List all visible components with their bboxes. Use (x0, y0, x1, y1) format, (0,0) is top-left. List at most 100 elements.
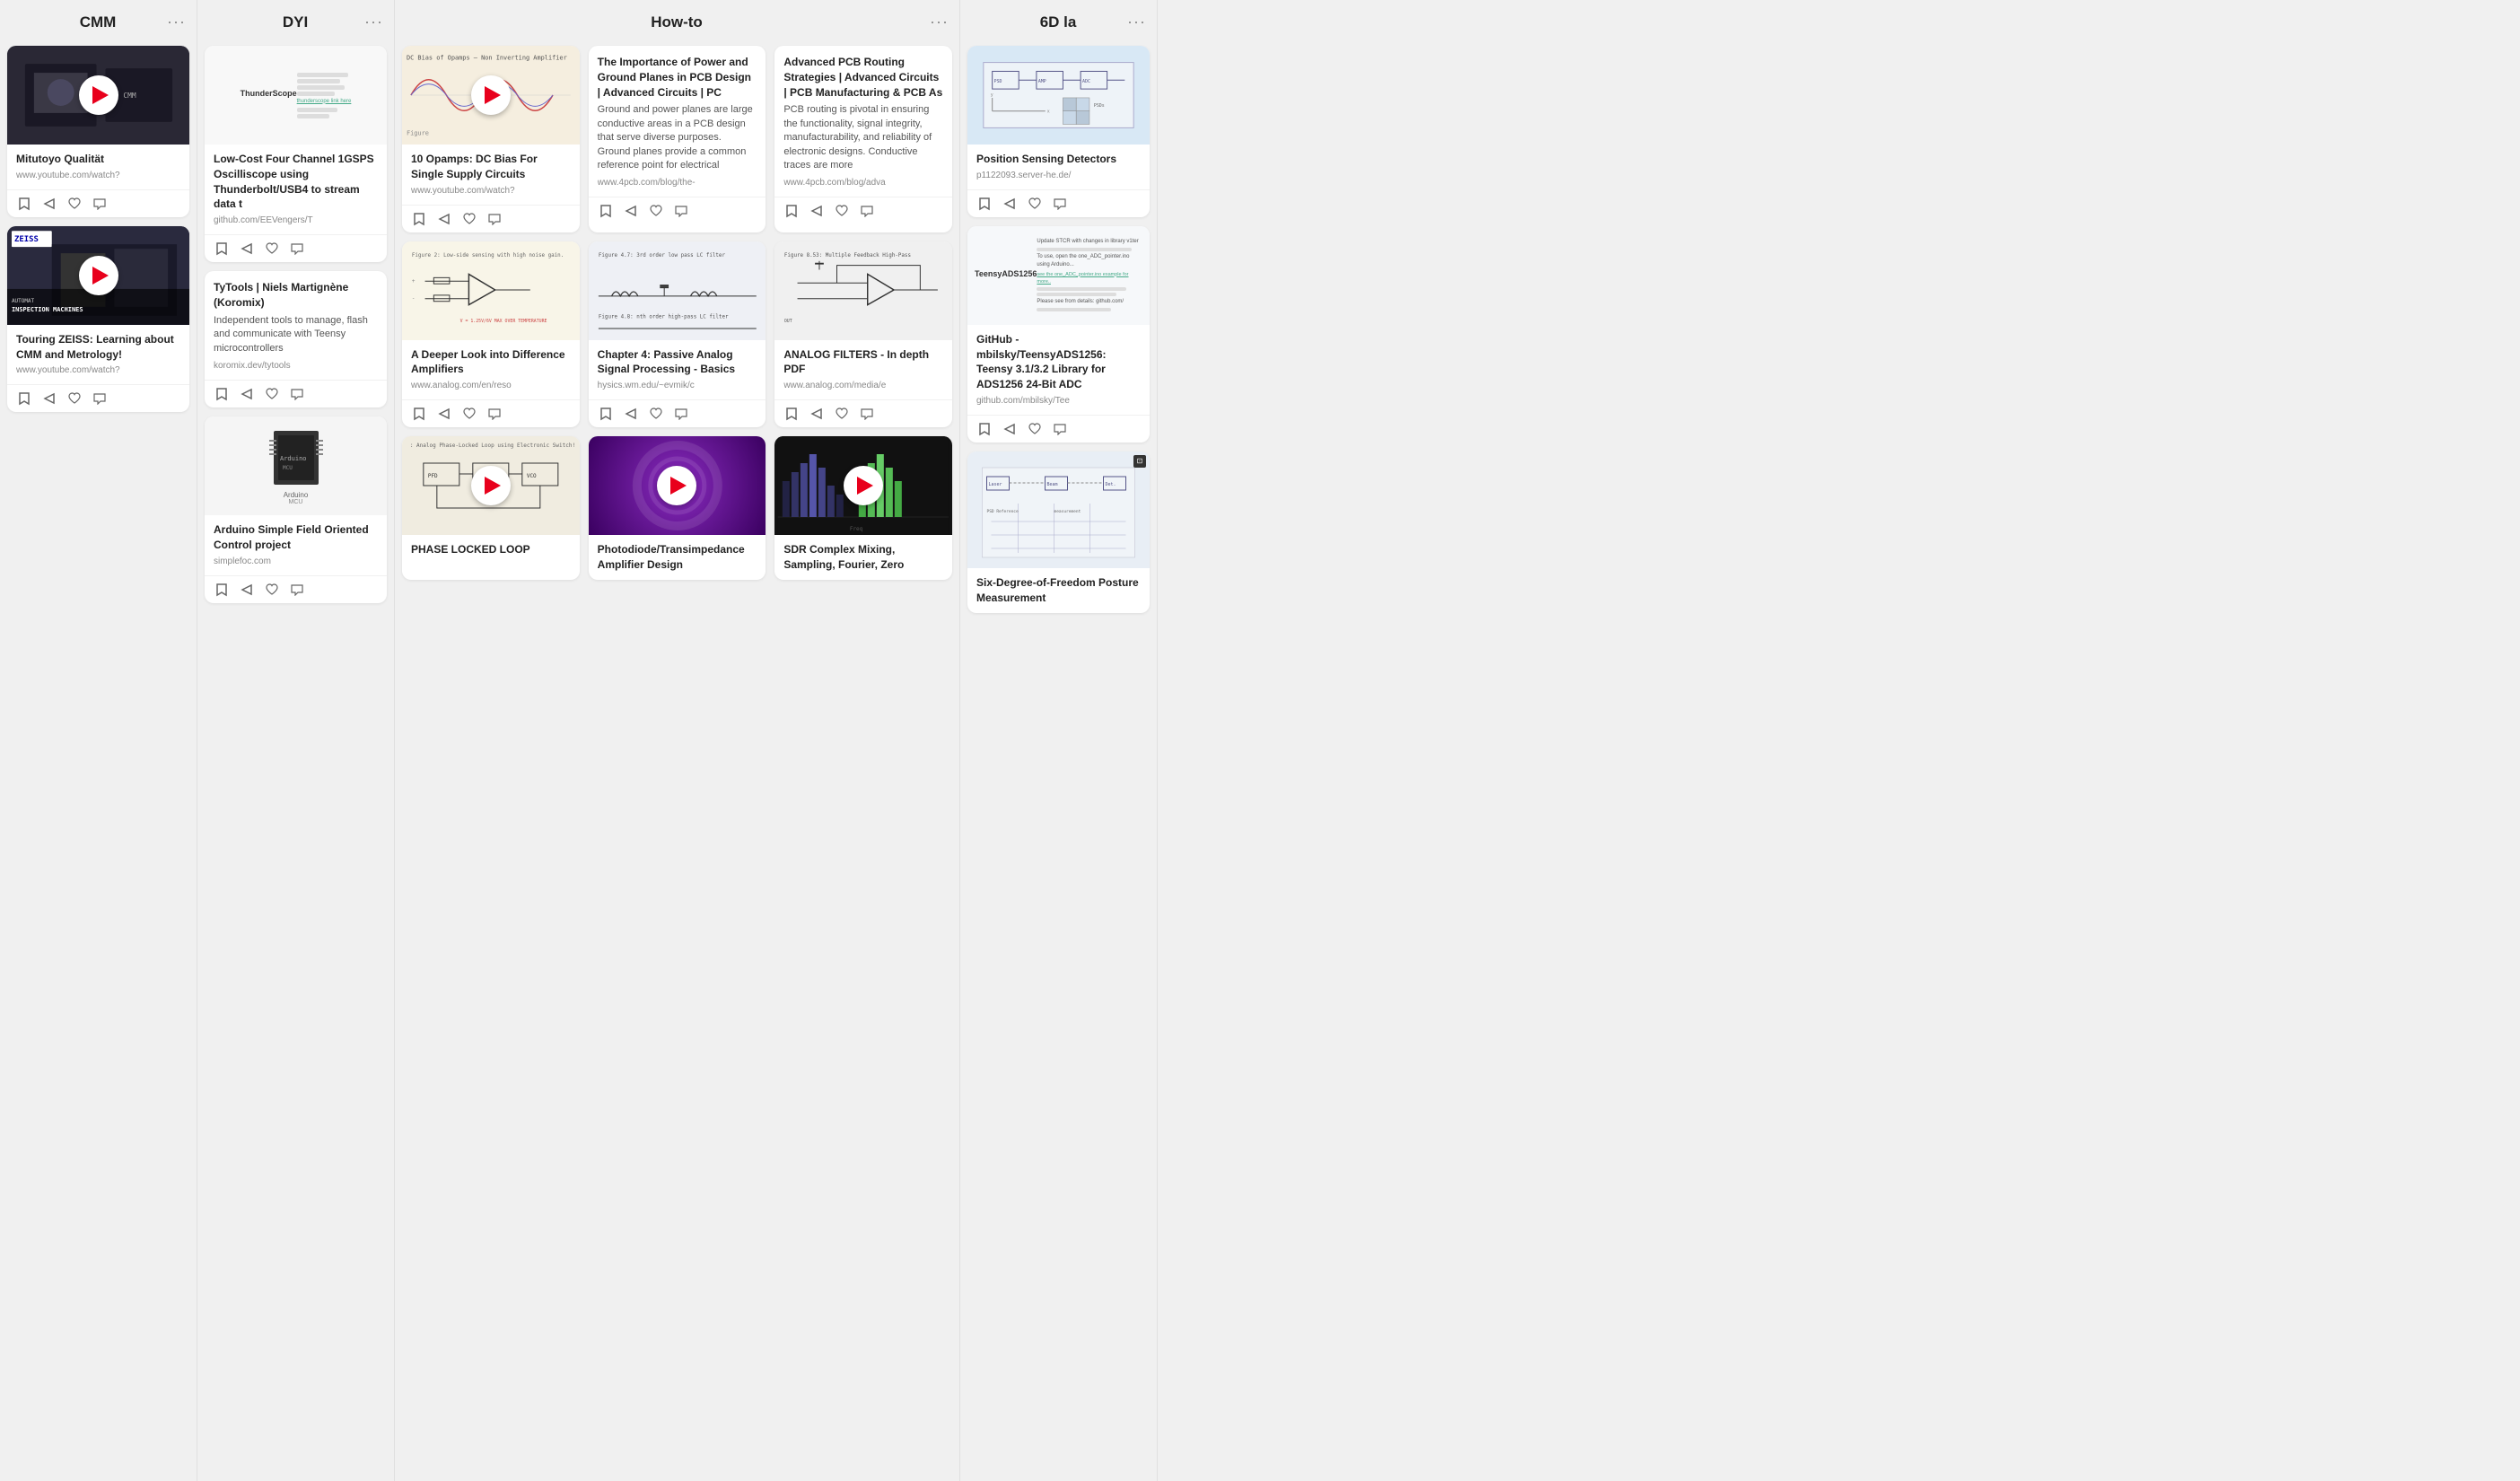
comment-icon-6d-1[interactable] (1052, 196, 1068, 212)
card-actions-dyi-3 (205, 575, 387, 603)
bookmark-icon-howto-5[interactable] (598, 406, 614, 422)
card-url-dyi-1: github.com/EEVengers/T (214, 215, 378, 225)
comment-icon-cmm-1[interactable] (92, 196, 108, 212)
card-actions-howto-2 (589, 197, 766, 224)
card-url-howto-2: www.4pcb.com/blog/the- (598, 178, 757, 188)
like-icon-6d-1[interactable] (1027, 196, 1043, 212)
share-icon-howto-5[interactable] (623, 406, 639, 422)
card-body-howto-7: PHASE LOCKED LOOP (402, 535, 580, 565)
share-icon-howto-1[interactable] (436, 211, 452, 227)
column-title-dyi: DYI (226, 13, 364, 31)
share-icon-cmm-1[interactable] (41, 196, 57, 212)
share-icon-6d-1[interactable] (1002, 196, 1018, 212)
card-body-howto-4: A Deeper Look into Difference Amplifiers… (402, 340, 580, 400)
column-title-6d: 6D la (989, 13, 1127, 31)
like-icon-howto-6[interactable] (834, 406, 850, 422)
like-icon-howto-2[interactable] (648, 203, 664, 219)
bookmark-icon-cmm-2[interactable] (16, 390, 32, 407)
like-icon-howto-1[interactable] (461, 211, 477, 227)
bookmark-icon-dyi-2[interactable] (214, 386, 230, 402)
like-icon-howto-5[interactable] (648, 406, 664, 422)
svg-text:Figure 2: Low-side sensing wit: Figure 2: Low-side sensing with high noi… (412, 252, 564, 258)
comment-icon-dyi-3[interactable] (289, 582, 305, 598)
play-button-cmm-2[interactable] (79, 256, 118, 295)
comment-icon-howto-6[interactable] (859, 406, 875, 422)
comment-icon-howto-5[interactable] (673, 406, 689, 422)
card-body-dyi-2: TyTools | Niels Martignène (Koromix) Ind… (205, 271, 387, 380)
card-thumbnail-6d-1: PSD AMP ADC x y (967, 46, 1150, 145)
comment-icon-howto-4[interactable] (486, 406, 503, 422)
card-actions-cmm-2 (7, 384, 189, 412)
share-icon-dyi-2[interactable] (239, 386, 255, 402)
comment-icon-howto-2[interactable] (673, 203, 689, 219)
card-title-howto-3: Advanced PCB Routing Strategies | Advanc… (783, 55, 943, 100)
bookmark-icon-dyi-1[interactable] (214, 241, 230, 257)
share-icon-howto-4[interactable] (436, 406, 452, 422)
card-body-6d-3: Six-Degree-of-Freedom Posture Measuremen… (967, 568, 1150, 613)
card-actions-howto-1 (402, 205, 580, 232)
card-actions-howto-3 (774, 197, 952, 224)
card-dyi-3: Arduino MCU Arduino MCU Arduino Simple F… (205, 416, 387, 603)
comment-icon-dyi-2[interactable] (289, 386, 305, 402)
share-icon-howto-3[interactable] (809, 203, 825, 219)
six-dof-svg: Laser Beam Det. (973, 454, 1144, 565)
card-body-howto-2: The Importance of Power and Ground Plane… (589, 46, 766, 197)
like-icon-cmm-1[interactable] (66, 196, 83, 212)
card-thumbnail-howto-5: Figure 4.7: 3rd order low pass LC filter… (589, 241, 766, 340)
comment-icon-howto-3[interactable] (859, 203, 875, 219)
share-icon-dyi-3[interactable] (239, 582, 255, 598)
column-menu-dyi[interactable]: ··· (364, 13, 383, 31)
comment-icon-dyi-1[interactable] (289, 241, 305, 257)
bookmark-icon-6d-1[interactable] (976, 196, 993, 212)
card-title-howto-5: Chapter 4: Passive Analog Signal Process… (598, 347, 757, 378)
comment-icon-6d-2[interactable] (1052, 421, 1068, 437)
card-actions-dyi-1 (205, 234, 387, 262)
cards-container-dyi: ThunderScope thunderscope link here Low-… (197, 40, 394, 609)
play-button-howto-1[interactable] (471, 75, 511, 115)
like-icon-howto-3[interactable] (834, 203, 850, 219)
card-actions-howto-5 (589, 399, 766, 427)
bookmark-icon-6d-2[interactable] (976, 421, 993, 437)
like-icon-dyi-1[interactable] (264, 241, 280, 257)
share-icon-dyi-1[interactable] (239, 241, 255, 257)
card-howto-5: Figure 4.7: 3rd order low pass LC filter… (589, 241, 766, 428)
card-howto-1: DC Bias of Opamps – Non Inverting Amplif… (402, 46, 580, 232)
bookmark-icon-cmm-1[interactable] (16, 196, 32, 212)
bookmark-icon-dyi-3[interactable] (214, 582, 230, 598)
column-header-6d: 6D la ··· (960, 0, 1157, 40)
share-icon-howto-6[interactable] (809, 406, 825, 422)
like-icon-6d-2[interactable] (1027, 421, 1043, 437)
card-thumbnail-howto-1: DC Bias of Opamps – Non Inverting Amplif… (402, 46, 580, 145)
card-thumbnail-cmm-1: CMM (7, 46, 189, 145)
play-button-cmm-1[interactable] (79, 75, 118, 115)
bookmark-icon-howto-6[interactable] (783, 406, 800, 422)
column-menu-cmm[interactable]: ··· (167, 13, 186, 31)
card-6d-2: TeensyADS1256 Update STCR with changes i… (967, 226, 1150, 443)
bookmark-icon-howto-1[interactable] (411, 211, 427, 227)
play-button-howto-7[interactable] (471, 466, 511, 505)
like-icon-howto-4[interactable] (461, 406, 477, 422)
card-dyi-1: ThunderScope thunderscope link here Low-… (205, 46, 387, 262)
comment-icon-cmm-2[interactable] (92, 390, 108, 407)
svg-text:VCO: VCO (527, 473, 537, 479)
like-icon-dyi-2[interactable] (264, 386, 280, 402)
column-menu-howto[interactable]: ··· (930, 13, 949, 31)
svg-text:y: y (991, 92, 993, 98)
share-icon-6d-2[interactable] (1002, 421, 1018, 437)
card-desc-howto-2: Ground and power planes are large conduc… (598, 103, 757, 172)
card-body-howto-1: 10 Opamps: DC Bias For Single Supply Cir… (402, 145, 580, 205)
comment-icon-howto-1[interactable] (486, 211, 503, 227)
card-title-cmm-1: Mitutoyo Qualität (16, 152, 180, 167)
column-header-dyi: DYI ··· (197, 0, 394, 40)
bookmark-icon-howto-4[interactable] (411, 406, 427, 422)
bookmark-icon-howto-3[interactable] (783, 203, 800, 219)
share-icon-howto-2[interactable] (623, 203, 639, 219)
svg-text:AUTOMAT: AUTOMAT (12, 298, 35, 304)
like-icon-dyi-3[interactable] (264, 582, 280, 598)
bookmark-icon-howto-2[interactable] (598, 203, 614, 219)
card-thumbnail-dyi-1: ThunderScope thunderscope link here (205, 46, 387, 145)
share-icon-cmm-2[interactable] (41, 390, 57, 407)
card-title-howto-9: SDR Complex Mixing, Sampling, Fourier, Z… (783, 542, 943, 573)
column-menu-6d[interactable]: ··· (1127, 13, 1146, 31)
like-icon-cmm-2[interactable] (66, 390, 83, 407)
